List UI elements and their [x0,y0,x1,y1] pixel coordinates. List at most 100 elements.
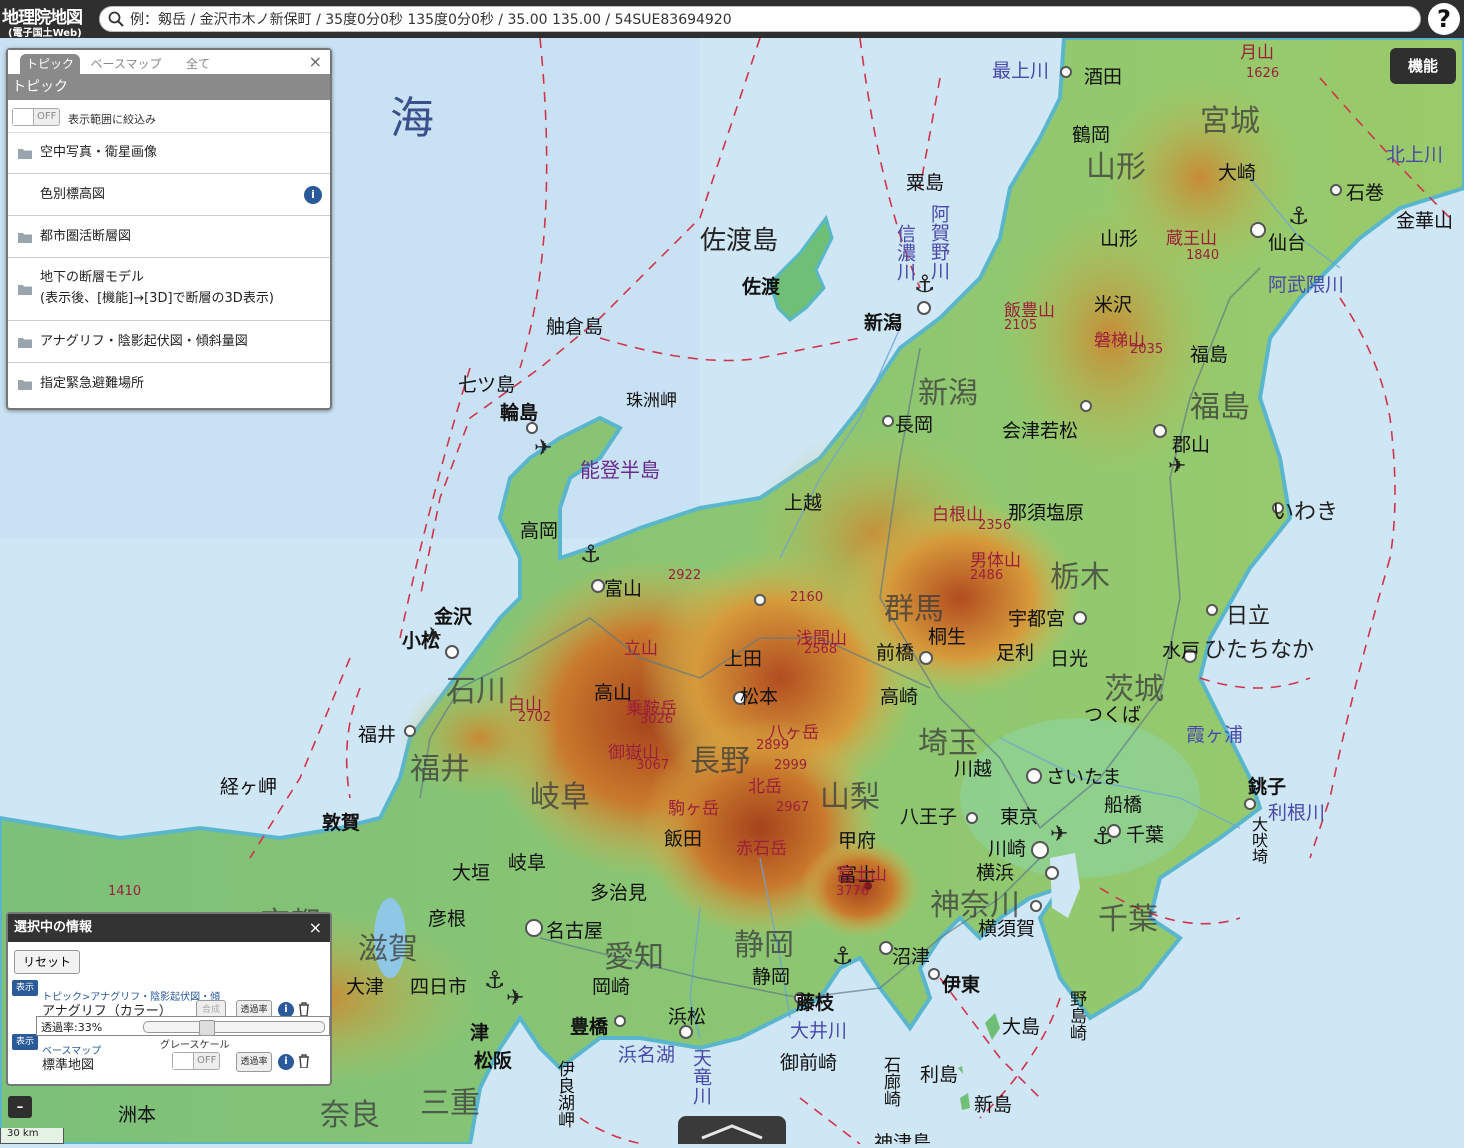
map-elev-norikura: 3026 [640,712,674,727]
toggle-state: OFF [197,1055,217,1066]
map-label-kitakami-river: 北上川 [1386,144,1444,166]
map-label-zao: 蔵王山 [1166,229,1217,249]
map-label-wajima: 輪島 [500,402,539,424]
map-label-kitadake: 北岳 [748,777,782,797]
map-label-oshima: 大島 [1002,1016,1041,1038]
toggle-knob [13,109,34,125]
map-label-hikone: 彦根 [428,908,467,930]
map-label-nikko: 日光 [1050,648,1089,670]
map-label-suzu: 珠洲岬 [626,391,677,411]
layer-item-evacuation[interactable]: 指定緊急避難場所 [8,363,330,405]
map-label-niigata: 新潟 [918,376,978,411]
map-label-maebashi: 前橋 [876,642,915,664]
trash-icon[interactable] [298,1054,310,1068]
map-label-akaishi: 赤石岳 [736,839,787,859]
search-box[interactable] [99,6,1421,32]
bottom-drawer-handle[interactable] [678,1116,786,1144]
map-elev-gassan: 1626 [1246,66,1280,81]
search-input[interactable] [128,9,1412,31]
map-label-joetsu: 上越 [784,492,823,514]
map-label-omaezaki: 御前崎 [780,1052,838,1074]
map-label-ishinomaki: 石巻 [1346,182,1385,204]
map-label-utsunomiya: 宇都宮 [1008,608,1066,630]
map-elev-2160: 2160 [790,590,824,605]
map-label-numazu: 沼津 [892,946,931,968]
map-elev-kitadake: 2967 [776,800,810,815]
map-label-mogami-river: 最上川 [992,60,1050,82]
map-label-tateyama: 立山 [624,639,658,659]
map-label-tsu: 津 [470,1022,490,1044]
layer-item-elevation[interactable]: 色別標高図 i [8,174,330,216]
map-elev-hakusan: 2702 [518,710,552,725]
filter-toggle[interactable]: OFF [12,108,60,126]
layer-item-active-fault[interactable]: 都市圏活断層図 [8,216,330,258]
map-elev-shirane: 2356 [978,518,1012,533]
map-label-shirane: 白根山 [932,505,983,525]
airport-icon: ✈ [424,624,443,649]
map-label-osaki: 大崎 [1218,162,1257,184]
opacity-popup: 透過率:33% [36,1016,330,1036]
map-label-kinkasan: 金華山 [1396,210,1454,232]
help-button[interactable]: ? [1428,3,1460,35]
reset-button[interactable]: リセット [14,950,80,974]
map-label-yamagata: 山形 [1086,150,1146,185]
selected-layers-panel: 選択中の情報 × リセット 表示 トピック>アナグリフ・陰影起伏図・傾 アナグリ… [6,912,332,1086]
map-elev-nantai: 2486 [970,568,1004,583]
map-label-mie: 三重 [420,1086,480,1121]
layer-visibility-badge[interactable]: 表示 [12,1034,38,1050]
map-label-koriyama: 郡山 [1172,434,1211,456]
tab-topic[interactable]: トピック [20,54,80,74]
map-label-kozushima: 神津島 [874,1132,932,1144]
map-label-ogaki: 大垣 [452,862,491,884]
map-label-ashikaga: 足利 [996,642,1035,664]
trash-icon[interactable] [298,1002,310,1016]
grayscale-toggle[interactable]: OFF [172,1052,220,1070]
info-icon[interactable]: i [278,1054,294,1070]
map-elev-bandai: 2035 [1130,342,1164,357]
map-label-awashima: 粟島 [906,172,945,194]
function-menu-button[interactable]: 機能 [1390,48,1456,84]
map-label-fujieda: 藤枝 [796,992,835,1014]
map-elev-fujisan: 3776 [836,884,870,899]
map-label-otsu: 大津 [346,976,385,998]
panel-header: トピック [8,74,330,100]
app-logo[interactable]: 地理院地図 (電子国土Web) [0,2,96,39]
map-label-iro: 石廊崎 [880,1056,900,1107]
map-label-okazaki: 岡崎 [592,976,631,998]
selected-panel-header: 選択中の情報 [8,914,330,942]
tab-basemap[interactable]: ベースマップ [84,54,168,74]
map-label-sumoto: 洲本 [118,1104,157,1126]
opacity-slider-thumb[interactable] [199,1020,215,1036]
map-label-kyogamisaki: 経ヶ岬 [220,776,278,798]
map-label-aizu: 会津若松 [1002,420,1079,442]
zoom-out-button[interactable]: - [8,1096,32,1118]
map-label-matsumoto: 松本 [740,686,779,708]
map-label-hamamatsu: 浜松 [668,1006,707,1028]
map-elev-tateyama: 2922 [668,568,702,583]
layer-item-label: 地下の断層モデル [40,270,145,285]
map-label-tokyo: 東京 [1000,806,1039,828]
map-label-miyagi: 宮城 [1200,104,1260,139]
tab-all[interactable]: 全て [172,54,224,74]
folder-icon [18,285,32,295]
layer-name: 標準地図 [42,1058,95,1073]
info-icon[interactable]: i [304,186,322,204]
layer-item-fault-model[interactable]: 地下の断層モデル (表示後、[機能]→[3D]で断層の3D表示) [8,258,330,321]
layer-item-aerial[interactable]: 空中写真・衛星画像 [8,132,330,174]
map-label-kasumigaura: 霞ヶ浦 [1186,724,1244,746]
filter-label: 表示範囲に絞込み [68,113,156,126]
selected-panel-close-button[interactable]: × [309,918,322,937]
layer-item-anaglyph[interactable]: アナグリフ・陰影起伏図・傾斜量図 [8,321,330,363]
map-elev-zao: 1840 [1186,248,1220,263]
layer-visibility-badge[interactable]: 表示 [12,980,38,996]
scale-bar: 30 km [0,1128,64,1144]
map-label-yamagata-city: 山形 [1100,228,1139,250]
map-label-mito: 水戸 [1162,640,1201,662]
map-label-tajimi: 多治見 [590,882,648,904]
map-label-abukuma-river: 阿武隈川 [1268,274,1345,296]
opacity-button[interactable]: 透過率 [236,1052,272,1072]
panel-close-button[interactable]: × [309,52,322,71]
map-label-tochigi: 栃木 [1050,560,1110,595]
map-label-nagano: 長野 [690,744,750,779]
opacity-slider[interactable] [143,1020,325,1036]
